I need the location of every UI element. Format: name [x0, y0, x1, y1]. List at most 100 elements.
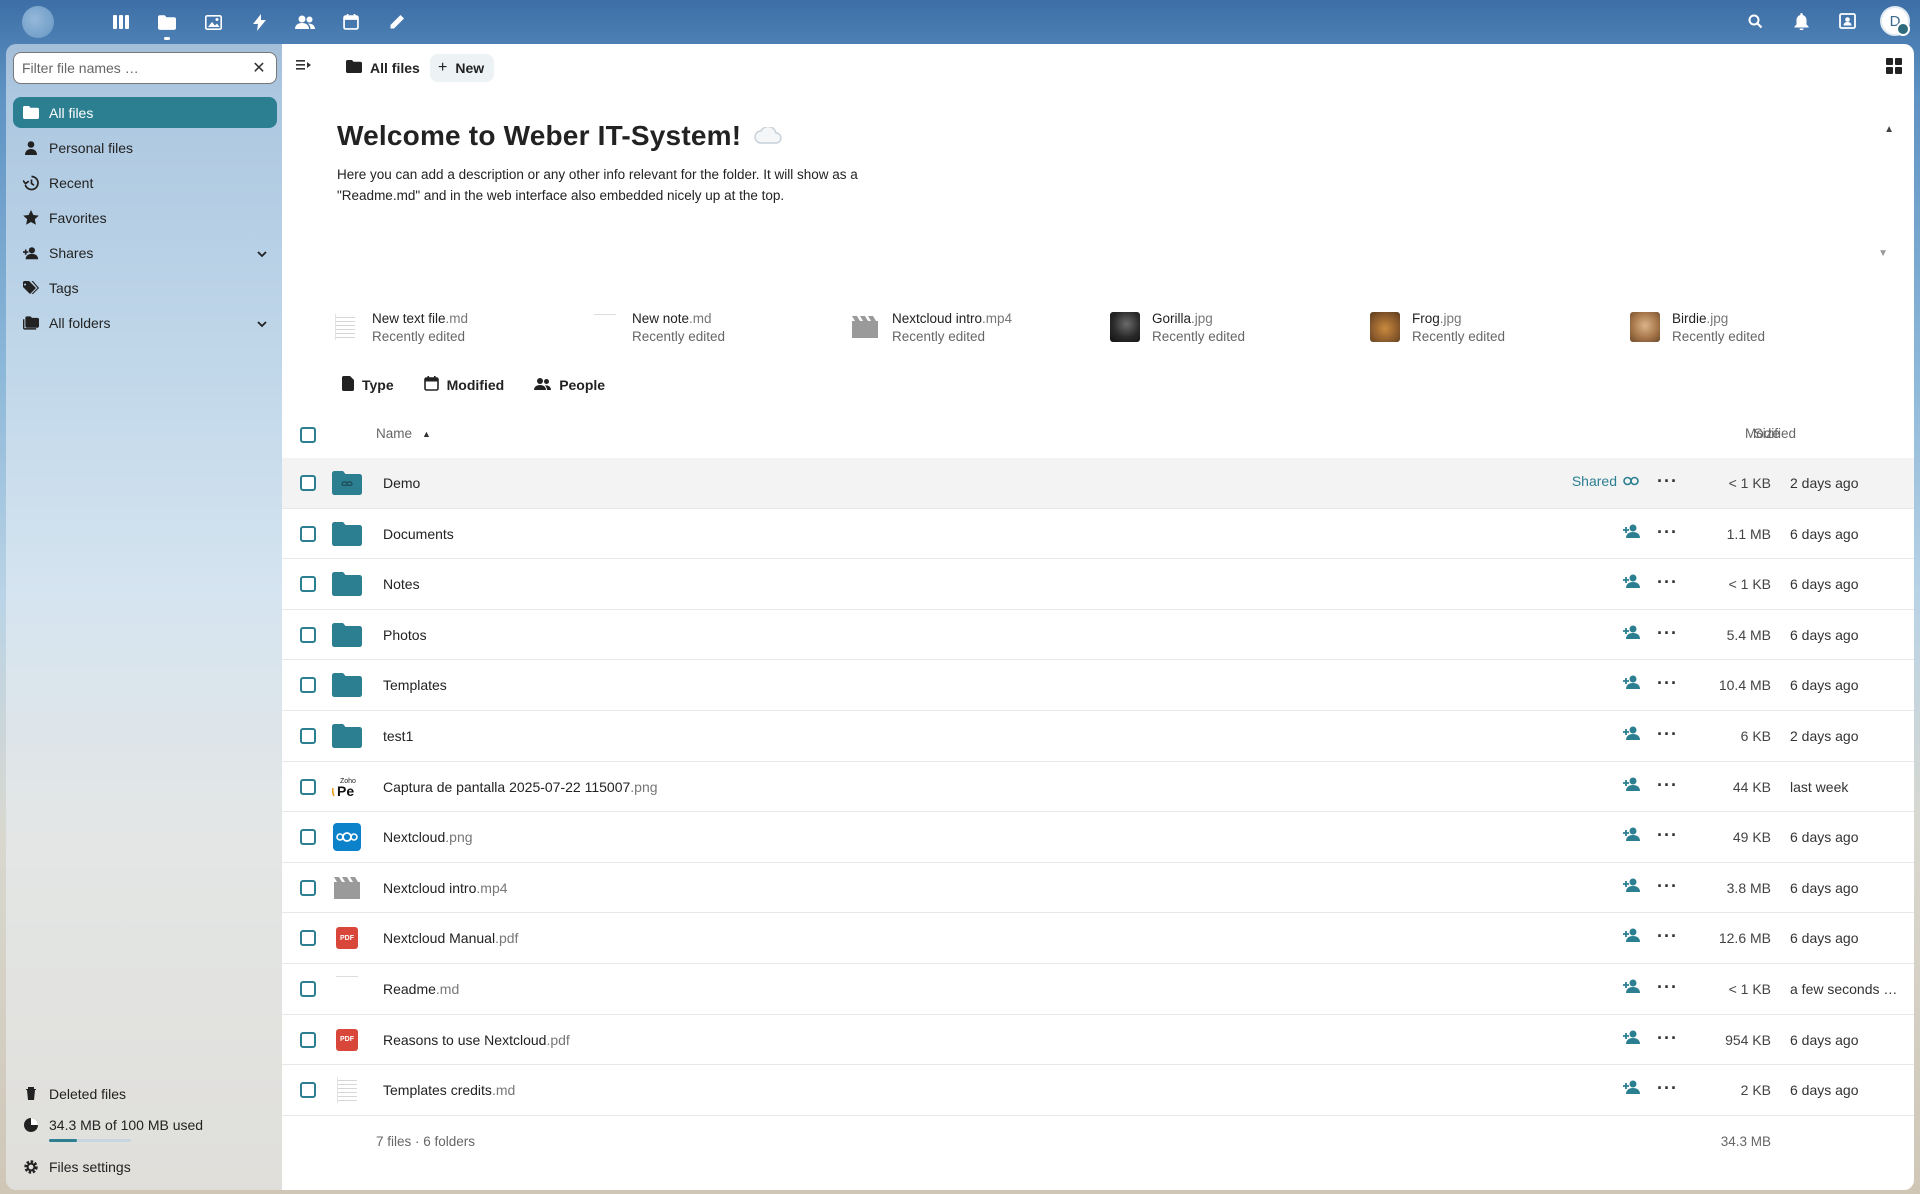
- row-checkbox[interactable]: [300, 525, 316, 542]
- notes-icon[interactable]: [374, 8, 420, 36]
- table-row[interactable]: Documents ··· 1.1 MB 6 days ago: [282, 509, 1914, 560]
- table-row[interactable]: Notes ··· < 1 KB 6 days ago: [282, 559, 1914, 610]
- row-checkbox[interactable]: [300, 980, 316, 997]
- share-user-icon[interactable]: [1623, 777, 1641, 791]
- new-button[interactable]: + New: [430, 54, 495, 82]
- toggle-navigation-icon[interactable]: [296, 58, 314, 76]
- sidebar-item-deleted-files[interactable]: Deleted files: [13, 1078, 277, 1109]
- dashboard-icon[interactable]: [98, 8, 144, 36]
- file-name[interactable]: Nextcloud intro.mp4: [383, 880, 508, 896]
- file-name[interactable]: test1: [383, 728, 413, 744]
- nextcloud-logo[interactable]: [22, 6, 54, 38]
- table-row[interactable]: PDF Reasons to use Nextcloud.pdf ··· 954 KB…: [282, 1015, 1914, 1066]
- shared-link-button[interactable]: Shared: [1572, 473, 1639, 489]
- more-actions-icon[interactable]: ···: [1657, 825, 1678, 846]
- more-actions-icon[interactable]: ···: [1657, 522, 1678, 543]
- sort-by-name[interactable]: Name ▲: [376, 426, 431, 441]
- row-checkbox[interactable]: [300, 1082, 316, 1099]
- chevron-down-icon[interactable]: [257, 245, 267, 261]
- search-icon[interactable]: [1732, 7, 1778, 35]
- recent-file[interactable]: Gorilla.jpg Recently edited: [1110, 307, 1370, 347]
- recent-file[interactable]: Nextcloud intro.mp4 Recently edited: [850, 307, 1110, 347]
- share-user-icon[interactable]: [1623, 675, 1641, 690]
- row-checkbox[interactable]: [300, 626, 316, 643]
- sidebar-item-all-files[interactable]: All files: [13, 97, 277, 128]
- more-actions-icon[interactable]: ···: [1657, 623, 1678, 644]
- share-user-icon[interactable]: [1623, 878, 1641, 892]
- file-name[interactable]: Readme.md: [383, 981, 459, 997]
- table-row[interactable]: Photos ··· 5.4 MB 6 days ago: [282, 610, 1914, 661]
- row-checkbox[interactable]: [300, 778, 316, 795]
- grid-view-icon[interactable]: [1886, 58, 1902, 77]
- share-user-icon[interactable]: [1623, 1030, 1641, 1044]
- sidebar-item-shares[interactable]: Shares: [13, 237, 277, 268]
- more-actions-icon[interactable]: ···: [1657, 926, 1678, 947]
- table-row[interactable]: test1 ··· 6 KB 2 days ago: [282, 711, 1914, 762]
- sidebar-item-favorites[interactable]: Favorites: [13, 202, 277, 233]
- recent-file[interactable]: New note.md Recently edited: [590, 307, 850, 347]
- row-checkbox[interactable]: [300, 475, 316, 491]
- share-user-icon[interactable]: [1623, 726, 1641, 740]
- filter-input[interactable]: [22, 60, 250, 76]
- breadcrumb[interactable]: All files: [346, 54, 420, 82]
- filter-type[interactable]: Type: [342, 376, 394, 394]
- share-user-icon[interactable]: [1623, 928, 1641, 943]
- row-checkbox[interactable]: [300, 829, 316, 846]
- more-actions-icon[interactable]: ···: [1657, 1078, 1678, 1099]
- row-checkbox[interactable]: [300, 576, 316, 593]
- more-actions-icon[interactable]: ···: [1657, 876, 1678, 897]
- table-row[interactable]: Templates ··· 10.4 MB 6 days ago: [282, 660, 1914, 711]
- expand-readme-icon[interactable]: ▼: [1878, 248, 1888, 259]
- sidebar-item-all-folders[interactable]: All folders: [13, 307, 277, 338]
- file-name[interactable]: Nextcloud.png: [383, 829, 473, 845]
- table-row[interactable]: Nextcloud intro.mp4 ··· 3.8 MB 6 days ago: [282, 863, 1914, 914]
- file-name[interactable]: Documents: [383, 526, 454, 542]
- calendar-icon[interactable]: [328, 8, 374, 36]
- contacts-menu-icon[interactable]: [1824, 7, 1870, 35]
- more-actions-icon[interactable]: ···: [1657, 775, 1678, 796]
- sidebar-item-personal-files[interactable]: Personal files: [13, 132, 277, 163]
- avatar[interactable]: D: [1880, 6, 1910, 36]
- sidebar-item-tags[interactable]: Tags: [13, 272, 277, 303]
- photos-icon[interactable]: [190, 8, 236, 36]
- file-name[interactable]: Templates credits.md: [383, 1082, 515, 1098]
- share-user-icon[interactable]: [1623, 524, 1641, 538]
- select-all-checkbox[interactable]: [300, 427, 316, 443]
- more-actions-icon[interactable]: ···: [1657, 572, 1678, 593]
- file-name[interactable]: Templates: [383, 677, 447, 693]
- bell-icon[interactable]: [1778, 7, 1824, 35]
- table-row[interactable]: Templates credits.md ··· 2 KB 6 days ago: [282, 1065, 1914, 1116]
- collapse-readme-icon[interactable]: ▲: [1884, 124, 1894, 135]
- file-name[interactable]: Notes: [383, 576, 420, 592]
- sidebar-item-files-settings[interactable]: Files settings: [13, 1151, 277, 1182]
- share-user-icon[interactable]: [1623, 1080, 1641, 1095]
- share-user-icon[interactable]: [1623, 625, 1641, 639]
- table-row[interactable]: Demo Shared ··· < 1 KB 2 days ago: [282, 458, 1914, 509]
- sort-by-modified[interactable]: Modified: [1745, 426, 1859, 441]
- share-user-icon[interactable]: [1623, 979, 1641, 993]
- share-user-icon[interactable]: [1623, 574, 1641, 589]
- quota-indicator[interactable]: 34.3 MB of 100 MB used: [13, 1113, 277, 1151]
- row-checkbox[interactable]: [300, 677, 316, 694]
- share-user-icon[interactable]: [1623, 827, 1641, 842]
- filter-modified[interactable]: Modified: [423, 376, 504, 394]
- file-name[interactable]: Captura de pantalla 2025-07-22 115007.pn…: [383, 779, 658, 795]
- row-checkbox[interactable]: [300, 930, 316, 947]
- more-actions-icon[interactable]: ···: [1657, 471, 1678, 492]
- more-actions-icon[interactable]: ···: [1657, 977, 1678, 998]
- table-row[interactable]: Readme.md ··· < 1 KB a few seconds …: [282, 964, 1914, 1015]
- recent-file[interactable]: Birdie.jpg Recently edited: [1630, 307, 1890, 347]
- filter-people[interactable]: People: [534, 376, 605, 394]
- file-name[interactable]: Reasons to use Nextcloud.pdf: [383, 1032, 570, 1048]
- row-checkbox[interactable]: [300, 727, 316, 744]
- row-checkbox[interactable]: [300, 1031, 316, 1048]
- clear-filter-icon[interactable]: ✕: [250, 58, 268, 78]
- file-name[interactable]: Demo: [383, 475, 420, 491]
- recent-file[interactable]: New text file.md Recently edited: [330, 307, 590, 347]
- table-row[interactable]: Zoho Pe Captura de pantalla 2025-07-22 115…: [282, 762, 1914, 813]
- table-row[interactable]: PDF Nextcloud Manual.pdf ··· 12.6 MB 6 days …: [282, 913, 1914, 964]
- more-actions-icon[interactable]: ···: [1657, 673, 1678, 694]
- sidebar-item-recent[interactable]: Recent: [13, 167, 277, 198]
- table-row[interactable]: Nextcloud.png ··· 49 KB 6 days ago: [282, 812, 1914, 863]
- recent-file[interactable]: Frog.jpg Recently edited: [1370, 307, 1630, 347]
